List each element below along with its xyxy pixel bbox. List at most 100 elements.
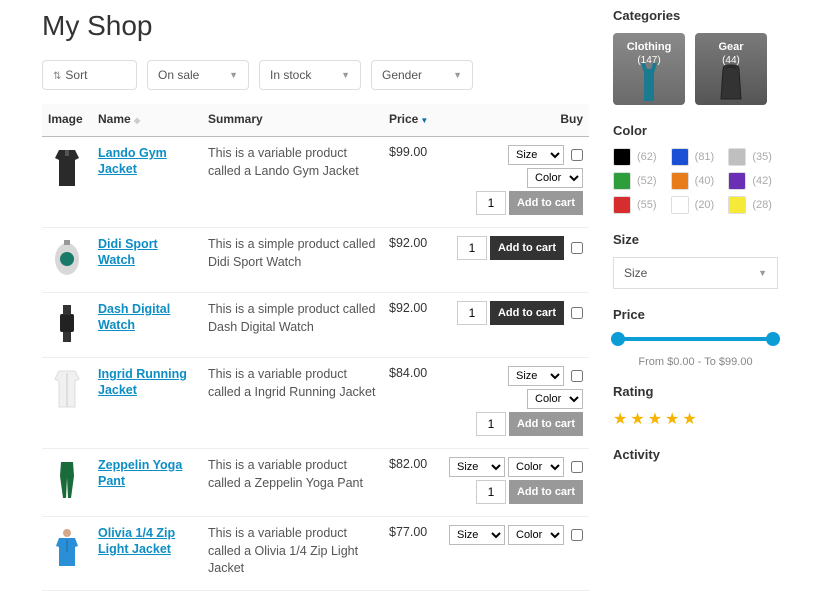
size-select[interactable]: Size <box>508 366 564 386</box>
color-count: (55) <box>637 199 657 211</box>
sort-button[interactable]: ⇅Sort <box>42 60 137 90</box>
size-heading: Size <box>613 232 778 247</box>
star-icon[interactable]: ★ <box>613 409 627 429</box>
color-count: (81) <box>695 151 715 163</box>
row-checkbox[interactable] <box>571 149 583 161</box>
product-summary: This is a variable product called a Zepp… <box>202 449 383 517</box>
quantity-input[interactable] <box>457 236 487 260</box>
col-name[interactable]: Name ◆ <box>92 104 202 137</box>
category-gear[interactable]: Gear (44) <box>695 33 767 105</box>
color-count: (52) <box>637 175 657 187</box>
category-label: Gear <box>695 41 767 53</box>
product-thumbnail[interactable] <box>48 457 86 501</box>
price-range-label: From $0.00 - To $99.00 <box>613 356 778 368</box>
filter-onsale[interactable]: On sale▼ <box>147 60 249 90</box>
category-label: Clothing <box>613 41 685 53</box>
row-checkbox[interactable] <box>571 461 583 473</box>
price-slider[interactable] <box>613 332 778 346</box>
sort-icon: ⇅ <box>53 71 61 82</box>
color-swatch <box>671 172 689 190</box>
filter-instock[interactable]: In stock▼ <box>259 60 361 90</box>
chevron-down-icon: ▼ <box>758 268 767 278</box>
product-price: $92.00 <box>383 293 443 358</box>
color-swatch-item[interactable]: (28) <box>728 196 778 214</box>
row-checkbox[interactable] <box>571 370 583 382</box>
color-swatch <box>613 148 631 166</box>
product-price: $82.00 <box>383 449 443 517</box>
categories-heading: Categories <box>613 8 778 23</box>
table-row: Zeppelin Yoga Pant This is a variable pr… <box>42 449 589 517</box>
row-checkbox[interactable] <box>571 307 583 319</box>
color-count: (20) <box>695 199 715 211</box>
chevron-down-icon: ▼ <box>453 70 462 80</box>
filter-gender[interactable]: Gender▼ <box>371 60 473 90</box>
color-swatch-item[interactable]: (20) <box>671 196 721 214</box>
slider-handle-min[interactable] <box>611 332 625 346</box>
color-swatch-item[interactable]: (62) <box>613 148 663 166</box>
color-swatch-item[interactable]: (40) <box>671 172 721 190</box>
star-icon[interactable]: ★ <box>648 409 662 429</box>
product-name-link[interactable]: Olivia 1/4 Zip Light Jacket <box>98 526 175 556</box>
color-swatch-item[interactable]: (81) <box>671 148 721 166</box>
color-count: (35) <box>752 151 772 163</box>
size-select[interactable]: Size <box>449 525 505 545</box>
product-price: $77.00 <box>383 517 443 591</box>
size-select[interactable]: Size <box>508 145 564 165</box>
chevron-down-icon: ▼ <box>229 70 238 80</box>
product-summary: This is a variable product called a Oliv… <box>202 517 383 591</box>
add-to-cart-button[interactable]: Add to cart <box>490 301 564 325</box>
color-swatch-item[interactable]: (55) <box>613 196 663 214</box>
table-row: Dash Digital Watch This is a simple prod… <box>42 293 589 358</box>
col-price[interactable]: Price▼ <box>383 104 443 137</box>
product-name-link[interactable]: Didi Sport Watch <box>98 237 158 267</box>
product-name-link[interactable]: Ingrid Running Jacket <box>98 367 187 397</box>
color-swatch-item[interactable]: (42) <box>728 172 778 190</box>
color-swatch <box>728 148 746 166</box>
quantity-input[interactable] <box>476 480 506 504</box>
color-count: (28) <box>752 199 772 211</box>
product-summary: This is a simple product called Didi Spo… <box>202 228 383 293</box>
star-icon[interactable]: ★ <box>630 409 644 429</box>
rating-heading: Rating <box>613 384 778 399</box>
row-checkbox[interactable] <box>571 529 583 541</box>
product-name-link[interactable]: Lando Gym Jacket <box>98 146 167 176</box>
filter-bar: ⇅Sort On sale▼ In stock▼ Gender▼ <box>42 60 589 90</box>
slider-handle-max[interactable] <box>766 332 780 346</box>
backpack-icon <box>713 63 749 103</box>
product-name-link[interactable]: Dash Digital Watch <box>98 302 170 332</box>
star-icon[interactable]: ★ <box>665 409 679 429</box>
color-count: (40) <box>695 175 715 187</box>
add-to-cart-button[interactable]: Add to cart <box>509 480 583 504</box>
product-thumbnail[interactable] <box>48 525 86 569</box>
color-select[interactable]: Color <box>527 168 583 188</box>
color-select[interactable]: Color <box>508 457 564 477</box>
color-swatch-item[interactable]: (52) <box>613 172 663 190</box>
sort-desc-icon: ▼ <box>420 116 428 125</box>
quantity-input[interactable] <box>476 191 506 215</box>
quantity-input[interactable] <box>476 412 506 436</box>
table-row: Ingrid Running Jacket This is a variable… <box>42 358 589 449</box>
size-select[interactable]: Size <box>449 457 505 477</box>
product-thumbnail[interactable] <box>48 236 86 280</box>
size-select[interactable]: Size▼ <box>613 257 778 289</box>
color-swatch <box>728 196 746 214</box>
product-name-link[interactable]: Zeppelin Yoga Pant <box>98 458 182 488</box>
add-to-cart-button[interactable]: Add to cart <box>509 412 583 436</box>
color-select[interactable]: Color <box>508 525 564 545</box>
color-swatch-item[interactable]: (35) <box>728 148 778 166</box>
color-count: (42) <box>752 175 772 187</box>
product-thumbnail[interactable] <box>48 301 86 345</box>
add-to-cart-button[interactable]: Add to cart <box>509 191 583 215</box>
add-to-cart-button[interactable]: Add to cart <box>490 236 564 260</box>
color-select[interactable]: Color <box>527 389 583 409</box>
star-icon[interactable]: ★ <box>682 409 696 429</box>
row-checkbox[interactable] <box>571 242 583 254</box>
product-thumbnail[interactable] <box>48 366 86 410</box>
activity-heading: Activity <box>613 447 778 462</box>
product-thumbnail[interactable] <box>48 145 86 189</box>
color-swatch <box>728 172 746 190</box>
quantity-input[interactable] <box>457 301 487 325</box>
category-clothing[interactable]: Clothing (147) <box>613 33 685 105</box>
product-summary: This is a variable product called a Ingr… <box>202 358 383 449</box>
col-image: Image <box>42 104 92 137</box>
